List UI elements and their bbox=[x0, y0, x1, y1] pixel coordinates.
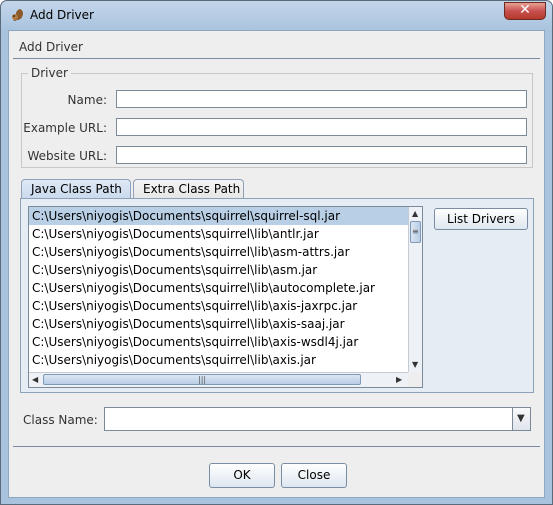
bottom-separator bbox=[13, 446, 540, 447]
list-item[interactable]: C:\Users\niyogis\Documents\squirrel\lib\… bbox=[29, 261, 409, 279]
driver-group: Driver Name: Example URL: Website URL: bbox=[21, 66, 533, 168]
scroll-right-arrow-icon[interactable]: ▶ bbox=[396, 376, 402, 384]
dialog-header-label: Add Driver bbox=[19, 40, 83, 54]
title-bar[interactable]: Add Driver ✕ bbox=[1, 1, 552, 30]
website-url-label: Website URL: bbox=[27, 149, 108, 163]
window-close-button[interactable]: ✕ bbox=[504, 2, 546, 20]
example-url-label: Example URL: bbox=[23, 121, 107, 135]
window-title: Add Driver bbox=[30, 8, 94, 22]
list-item[interactable]: C:\Users\niyogis\Documents\squirrel\lib\… bbox=[29, 279, 409, 297]
list-item[interactable]: C:\Users\niyogis\Documents\squirrel\lib\… bbox=[29, 333, 409, 351]
list-item[interactable]: C:\Users\niyogis\Documents\squirrel\lib\… bbox=[29, 243, 409, 261]
ok-button[interactable]: OK bbox=[209, 463, 275, 488]
squirrel-icon bbox=[12, 9, 24, 21]
horizontal-scrollbar[interactable]: ◀ ||| ▶ bbox=[29, 372, 409, 387]
list-item[interactable]: C:\Users\niyogis\Documents\squirrel\lib\… bbox=[29, 315, 409, 333]
class-name-input[interactable] bbox=[105, 408, 510, 430]
tab-extra-class-path[interactable]: Extra Class Path bbox=[133, 179, 244, 199]
scroll-left-arrow-icon[interactable]: ◀ bbox=[32, 376, 38, 384]
list-item[interactable]: C:\Users\niyogis\Documents\squirrel\squi… bbox=[29, 207, 409, 225]
list-item[interactable]: C:\Users\niyogis\Documents\squirrel\lib\… bbox=[29, 225, 409, 243]
vertical-scrollbar[interactable]: ▲ ≡ ▼ bbox=[408, 207, 422, 373]
java-class-path-panel: C:\Users\niyogis\Documents\squirrel\squi… bbox=[20, 198, 534, 393]
list-item[interactable]: C:\Users\niyogis\Documents\squirrel\lib\… bbox=[29, 351, 409, 369]
example-url-field[interactable] bbox=[116, 118, 527, 136]
grip-icon: ||| bbox=[198, 375, 207, 384]
tab-java-class-path[interactable]: Java Class Path bbox=[21, 179, 131, 199]
scroll-corner bbox=[408, 372, 422, 387]
name-field[interactable] bbox=[116, 90, 527, 108]
list-drivers-button[interactable]: List Drivers bbox=[434, 208, 528, 230]
add-driver-window: Add Driver ✕ Add Driver Driver Name: Exa… bbox=[0, 0, 553, 505]
close-button[interactable]: Close bbox=[281, 463, 347, 488]
horizontal-scroll-thumb[interactable]: ||| bbox=[43, 374, 361, 385]
list-item[interactable]: C:\Users\niyogis\Documents\squirrel\lib\… bbox=[29, 297, 409, 315]
class-name-combo[interactable]: ▼ bbox=[104, 407, 531, 431]
close-icon: ✕ bbox=[519, 2, 531, 18]
driver-group-title: Driver bbox=[28, 66, 71, 80]
class-name-dropdown-button[interactable]: ▼ bbox=[512, 408, 530, 430]
class-name-label: Class Name: bbox=[23, 413, 98, 427]
grip-icon: ≡ bbox=[412, 227, 419, 236]
website-url-field[interactable] bbox=[116, 146, 527, 164]
name-label: Name: bbox=[67, 93, 107, 107]
scroll-down-arrow-icon[interactable]: ▼ bbox=[412, 361, 418, 369]
header-separator bbox=[13, 58, 540, 59]
vertical-scroll-thumb[interactable]: ≡ bbox=[410, 221, 421, 243]
chevron-down-icon: ▼ bbox=[517, 413, 525, 424]
class-path-list-items: C:\Users\niyogis\Documents\squirrel\squi… bbox=[29, 207, 409, 373]
class-path-list[interactable]: C:\Users\niyogis\Documents\squirrel\squi… bbox=[28, 206, 423, 388]
dialog-content: Add Driver Driver Name: Example URL: Web… bbox=[8, 30, 545, 498]
scroll-up-arrow-icon[interactable]: ▲ bbox=[412, 210, 418, 218]
